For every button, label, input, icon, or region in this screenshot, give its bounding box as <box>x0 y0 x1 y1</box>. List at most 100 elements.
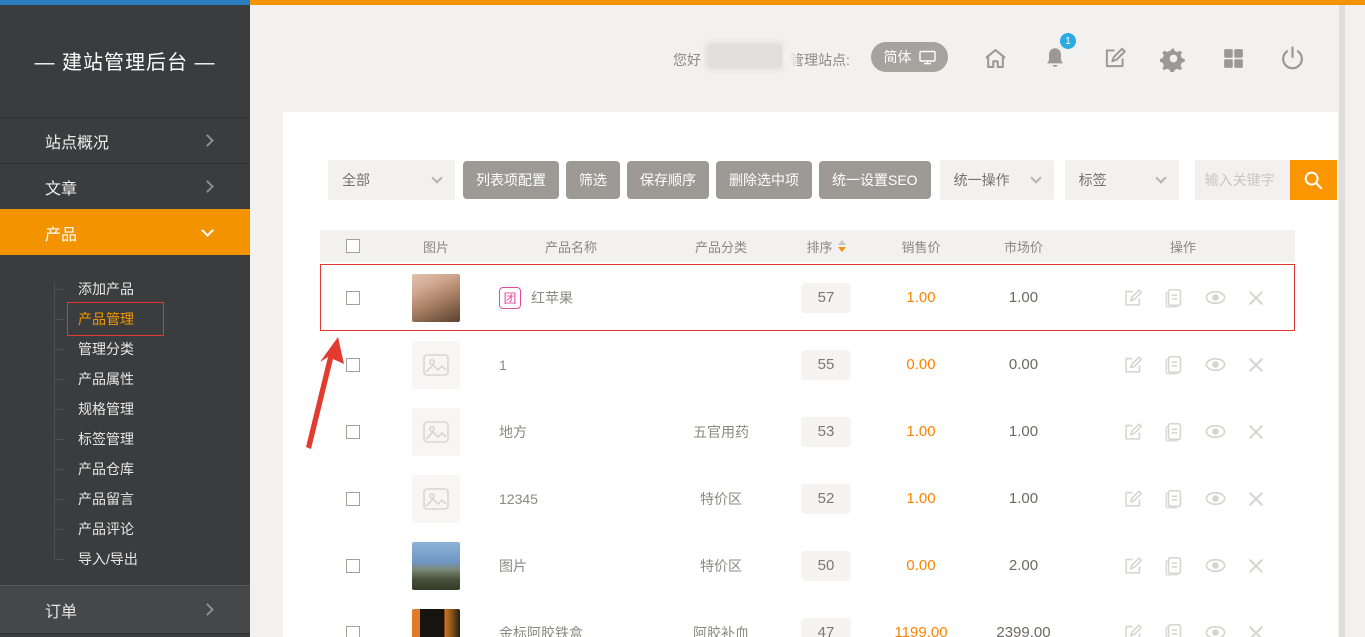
select-all-checkbox[interactable] <box>346 239 360 253</box>
toolbar-button[interactable]: 删除选中项 <box>716 161 812 199</box>
greeting-text: 您好 <box>673 50 701 70</box>
home-icon[interactable] <box>980 43 1010 73</box>
language-toggle-button[interactable]: 简体 <box>871 42 948 72</box>
delete-x-icon[interactable] <box>1246 288 1266 308</box>
toolbar-button[interactable]: 保存顺序 <box>627 161 709 199</box>
sort-toggle-icon[interactable] <box>838 240 846 252</box>
toolbar-button[interactable]: 统一设置SEO <box>819 161 931 199</box>
table-header: 图片 产品名称 产品分类 排序 销售价 市场价 操作 <box>320 230 1295 262</box>
sidebar-subitem[interactable]: 管理分类 <box>0 334 250 364</box>
delete-x-icon[interactable] <box>1246 489 1266 509</box>
delete-x-icon[interactable] <box>1246 556 1266 576</box>
sidebar-subitem[interactable]: 产品仓库 <box>0 454 250 484</box>
filter-all-select[interactable]: 全部 <box>328 160 455 200</box>
redacted-username <box>708 45 782 67</box>
sidebar-item-site-overview[interactable]: 站点概况 <box>0 117 250 163</box>
sale-price: 1.00 <box>866 490 976 507</box>
app-title: — 建站管理后台 — <box>0 46 250 75</box>
sidebar-menu: 站点概况文章产品 <box>0 117 250 255</box>
toolbar-button[interactable]: 筛选 <box>566 161 620 199</box>
row-checkbox[interactable] <box>346 492 360 506</box>
sort-value[interactable]: 50 <box>801 551 851 581</box>
table-row: 金标阿胶铁盒 阿胶补血 47 1199.00 2399.00 <box>320 599 1295 637</box>
preview-eye-icon[interactable] <box>1204 621 1227 637</box>
tag-select[interactable]: 标签 <box>1065 160 1179 200</box>
preview-eye-icon[interactable] <box>1204 554 1227 577</box>
product-name: 图片 <box>499 556 527 576</box>
magnifier-icon <box>1302 169 1324 191</box>
sidebar-subitem[interactable]: 添加产品 <box>0 274 250 304</box>
edit-icon[interactable] <box>1122 421 1144 443</box>
row-checkbox[interactable] <box>346 291 360 305</box>
sidebar-item-orders[interactable]: 订单 <box>0 585 250 634</box>
sidebar-subitem[interactable]: 规格管理 <box>0 394 250 424</box>
sort-value[interactable]: 47 <box>801 618 851 637</box>
edit-icon[interactable] <box>1122 287 1144 309</box>
sidebar-item-articles[interactable]: 文章 <box>0 163 250 209</box>
market-price: 2.00 <box>976 557 1071 574</box>
chevron-right-icon <box>201 180 214 193</box>
product-name: 12345 <box>499 491 538 507</box>
manage-site-label: 管理站点: <box>790 50 850 70</box>
product-image <box>412 609 460 637</box>
market-price: 2399.00 <box>976 624 1071 637</box>
batch-operation-value: 统一操作 <box>954 170 1010 190</box>
sort-value[interactable]: 53 <box>801 417 851 447</box>
product-name: 金标阿胶铁盒 <box>499 623 583 637</box>
copy-icon[interactable] <box>1163 421 1185 443</box>
copy-icon[interactable] <box>1163 354 1185 376</box>
edit-icon[interactable] <box>1122 555 1144 577</box>
copy-icon[interactable] <box>1163 488 1185 510</box>
copy-icon[interactable] <box>1163 622 1185 637</box>
language-label: 简体 <box>884 47 912 67</box>
product-category: 五官用药 <box>656 422 786 442</box>
search-button[interactable] <box>1290 160 1337 200</box>
sort-value[interactable]: 57 <box>801 283 851 313</box>
edit-icon[interactable] <box>1122 354 1144 376</box>
chevron-down-icon <box>1030 172 1041 183</box>
table-row: 图片 特价区 50 0.00 2.00 <box>320 532 1295 599</box>
group-buy-badge: 团 <box>499 287 521 309</box>
product-name: 1 <box>499 357 507 373</box>
edit-icon[interactable] <box>1122 622 1144 637</box>
sidebar-subitem[interactable]: 标签管理 <box>0 424 250 454</box>
copy-icon[interactable] <box>1163 287 1185 309</box>
product-category: 特价区 <box>656 489 786 509</box>
gear-icon[interactable] <box>1158 43 1188 73</box>
search-input[interactable] <box>1195 160 1290 200</box>
market-price: 0.00 <box>976 356 1071 373</box>
sidebar-subitem[interactable]: 产品属性 <box>0 364 250 394</box>
apps-grid-icon[interactable] <box>1218 43 1248 73</box>
row-checkbox[interactable] <box>346 626 360 637</box>
sort-value[interactable]: 55 <box>801 350 851 380</box>
edit-icon[interactable] <box>1122 488 1144 510</box>
table-row: 1 55 0.00 0.00 <box>320 331 1295 398</box>
chevron-down-icon <box>1155 172 1166 183</box>
edit-icon[interactable] <box>1100 43 1130 73</box>
preview-eye-icon[interactable] <box>1204 420 1227 443</box>
preview-eye-icon[interactable] <box>1204 487 1227 510</box>
preview-eye-icon[interactable] <box>1204 353 1227 376</box>
sidebar-subitem[interactable]: 导入/导出 <box>0 544 250 574</box>
market-price: 1.00 <box>976 423 1071 440</box>
row-checkbox[interactable] <box>346 559 360 573</box>
toolbar-button[interactable]: 列表项配置 <box>463 161 559 199</box>
vertical-scrollbar[interactable] <box>1339 0 1345 637</box>
batch-operation-select[interactable]: 统一操作 <box>940 160 1054 200</box>
market-price: 1.00 <box>976 289 1071 306</box>
sale-price: 0.00 <box>866 557 976 574</box>
sort-value[interactable]: 52 <box>801 484 851 514</box>
delete-x-icon[interactable] <box>1246 623 1266 637</box>
delete-x-icon[interactable] <box>1246 355 1266 375</box>
delete-x-icon[interactable] <box>1246 422 1266 442</box>
sidebar-subitem[interactable]: 产品留言 <box>0 484 250 514</box>
sidebar-subitem[interactable]: 产品评论 <box>0 514 250 544</box>
sort-header-label: 排序 <box>806 237 832 256</box>
copy-icon[interactable] <box>1163 555 1185 577</box>
sidebar-item-products[interactable]: 产品 <box>0 209 250 255</box>
preview-eye-icon[interactable] <box>1204 286 1227 309</box>
power-icon[interactable] <box>1277 43 1307 73</box>
table-row: 12345 特价区 52 1.00 1.00 <box>320 465 1295 532</box>
content-card: 全部 列表项配置筛选保存顺序删除选中项统一设置SEO 统一操作 标签 图片 产品… <box>283 112 1338 637</box>
sale-price: 1199.00 <box>866 624 976 637</box>
